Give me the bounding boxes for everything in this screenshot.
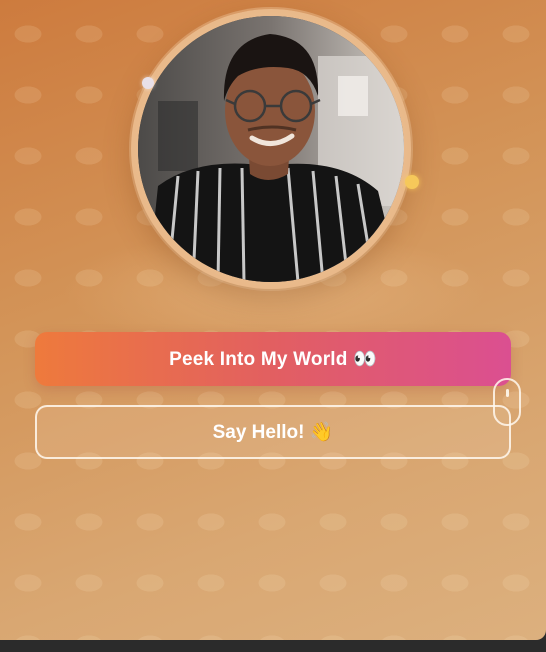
decor-dot-right	[405, 175, 419, 189]
peek-into-my-world-button[interactable]: Peek Into My World 👀	[35, 332, 511, 386]
say-hello-button[interactable]: Say Hello! 👋	[35, 405, 511, 459]
say-hello-button-label: Say Hello! 👋	[212, 422, 334, 443]
bottom-bar	[0, 640, 546, 652]
avatar	[138, 16, 404, 282]
hero-card: Peek Into My World 👀 Say Hello! 👋	[0, 0, 546, 640]
avatar-frame	[131, 9, 411, 289]
peek-button-label: Peek Into My World 👀	[169, 349, 377, 370]
profile-photo	[138, 16, 404, 282]
mouse-scroll-icon	[493, 378, 521, 426]
decor-dot-left	[142, 77, 154, 89]
